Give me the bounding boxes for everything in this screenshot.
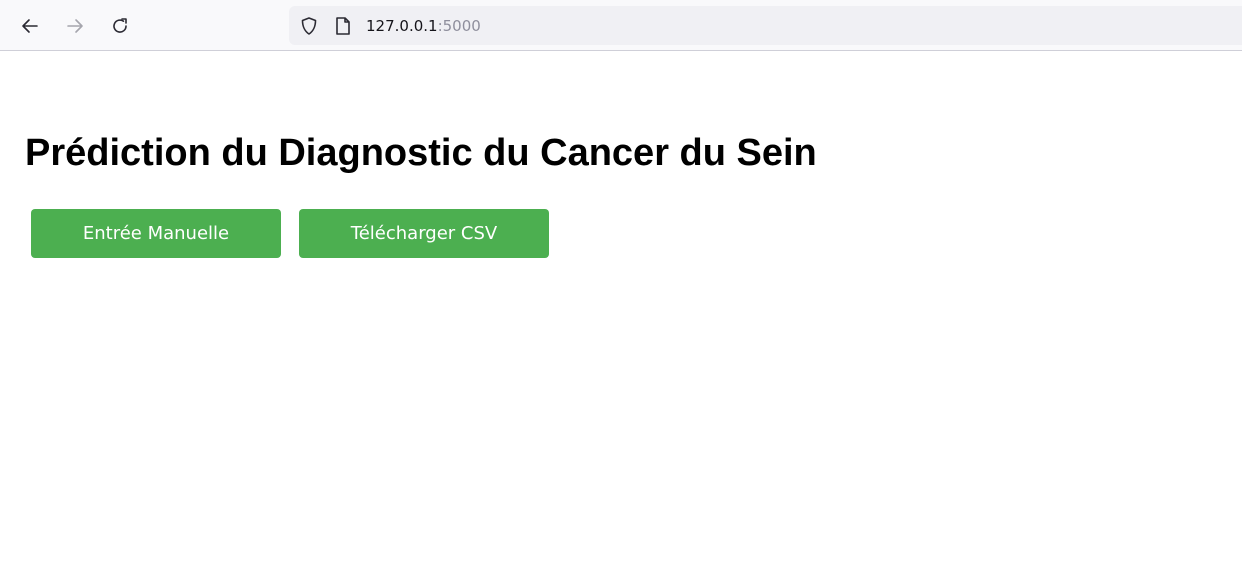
url-host: 127.0.0.1 bbox=[366, 17, 438, 35]
url-port: :5000 bbox=[437, 17, 481, 35]
url-text[interactable]: 127.0.0.1:5000 bbox=[366, 17, 481, 35]
manual-entry-button[interactable]: Entrée Manuelle bbox=[31, 209, 281, 258]
arrow-right-icon bbox=[67, 19, 83, 33]
shield-icon[interactable] bbox=[299, 16, 319, 36]
reload-icon bbox=[113, 18, 127, 33]
browser-toolbar: 127.0.0.1:5000 bbox=[0, 0, 1242, 51]
back-button[interactable] bbox=[15, 9, 45, 43]
arrow-left-icon bbox=[22, 19, 38, 33]
upload-csv-button[interactable]: Télécharger CSV bbox=[299, 209, 549, 258]
forward-button[interactable] bbox=[60, 9, 90, 43]
reload-button[interactable] bbox=[105, 9, 135, 43]
url-bar[interactable]: 127.0.0.1:5000 bbox=[289, 6, 1242, 45]
page-title: Prédiction du Diagnostic du Cancer du Se… bbox=[25, 132, 817, 174]
page-icon bbox=[336, 17, 350, 35]
